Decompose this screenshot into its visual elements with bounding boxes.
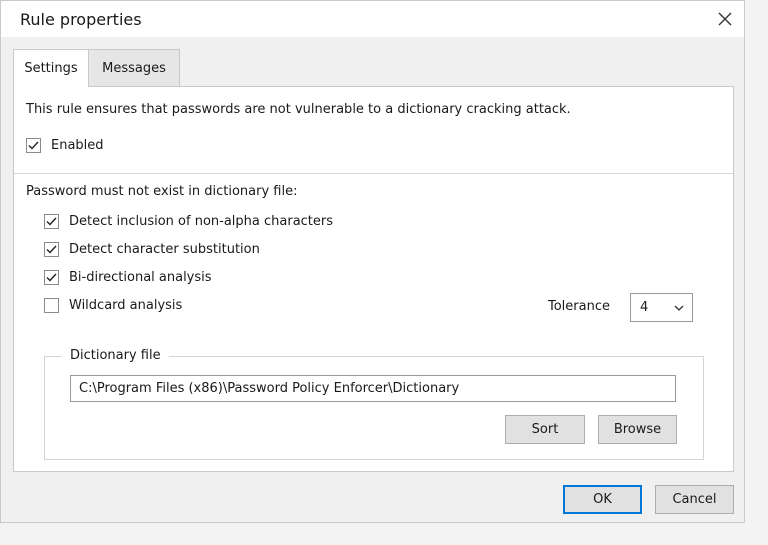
sort-button-label: Sort — [531, 422, 559, 437]
close-button[interactable] — [712, 6, 738, 32]
option-substitution-check-box[interactable] — [44, 242, 59, 257]
option-bidirectional-checkbox[interactable]: Bi-directional analysis — [44, 270, 212, 285]
title-bar: Rule properties — [1, 1, 744, 37]
dialog-title: Rule properties — [20, 10, 142, 29]
option-non-alpha-label: Detect inclusion of non-alpha characters — [69, 214, 334, 229]
close-icon — [718, 12, 732, 26]
enabled-checkbox[interactable]: Enabled — [26, 138, 104, 153]
dictionary-heading: Password must not exist in dictionary fi… — [26, 184, 298, 199]
dictionary-file-group: Dictionary file C:\Program Files (x86)\P… — [44, 348, 704, 460]
option-wildcard-label: Wildcard analysis — [69, 298, 183, 313]
settings-panel: This rule ensures that passwords are not… — [13, 86, 734, 472]
check-icon — [46, 245, 57, 254]
browse-button[interactable]: Browse — [598, 415, 677, 444]
ok-button[interactable]: OK — [563, 485, 642, 514]
check-icon — [46, 217, 57, 226]
option-bidirectional-label: Bi-directional analysis — [69, 270, 212, 285]
option-wildcard-checkbox[interactable]: Wildcard analysis — [44, 298, 182, 313]
rule-summary-section: This rule ensures that passwords are not… — [14, 87, 733, 174]
option-wildcard-check-box[interactable] — [44, 298, 59, 313]
option-substitution-label: Detect character substitution — [69, 242, 260, 257]
tab-settings-label: Settings — [24, 61, 78, 76]
ok-button-label: OK — [593, 492, 612, 507]
browse-button-label: Browse — [613, 422, 662, 437]
tolerance-value: 4 — [640, 300, 649, 315]
enabled-check-box[interactable] — [26, 138, 41, 153]
cancel-button-label: Cancel — [672, 492, 717, 507]
tolerance-select[interactable]: 4 — [630, 293, 693, 322]
cancel-button[interactable]: Cancel — [655, 485, 734, 514]
rule-properties-dialog: Rule properties Settings Messages This r… — [0, 0, 745, 523]
dictionary-path-input[interactable]: C:\Program Files (x86)\Password Policy E… — [70, 375, 676, 402]
sort-button[interactable]: Sort — [505, 415, 585, 444]
chevron-down-icon — [674, 305, 684, 311]
tab-settings[interactable]: Settings — [13, 49, 89, 87]
option-bidirectional-check-box[interactable] — [44, 270, 59, 285]
check-icon — [28, 141, 39, 150]
option-non-alpha-check-box[interactable] — [44, 214, 59, 229]
check-icon — [46, 273, 57, 282]
dictionary-path-value: C:\Program Files (x86)\Password Policy E… — [79, 381, 460, 396]
tab-messages[interactable]: Messages — [88, 49, 180, 86]
tab-messages-label: Messages — [102, 60, 166, 76]
option-non-alpha-checkbox[interactable]: Detect inclusion of non-alpha characters — [44, 214, 333, 229]
option-substitution-checkbox[interactable]: Detect character substitution — [44, 242, 260, 257]
tolerance-label: Tolerance — [548, 299, 610, 314]
enabled-label: Enabled — [51, 138, 104, 153]
dictionary-file-legend: Dictionary file — [62, 348, 169, 363]
rule-description: This rule ensures that passwords are not… — [26, 102, 571, 117]
